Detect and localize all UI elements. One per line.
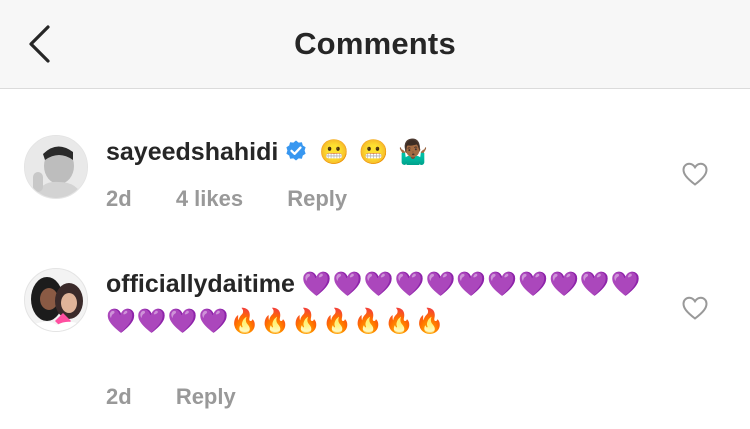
- comment-content: officiallydaitime 💜💜💜💜💜💜💜💜💜💜💜💜💜💜💜🔥🔥🔥🔥🔥🔥🔥: [106, 266, 646, 340]
- heart-icon: [682, 296, 708, 320]
- page-title: Comments: [294, 26, 456, 61]
- like-heart-button[interactable]: [681, 161, 709, 187]
- heart-icon: [682, 162, 708, 186]
- comment-timestamp: 2d: [106, 384, 132, 409]
- verified-badge-icon: [284, 139, 308, 163]
- reply-button[interactable]: Reply: [176, 384, 236, 409]
- avatar-image: [25, 269, 87, 331]
- comment-likes-count[interactable]: 4 likes: [176, 186, 243, 211]
- avatar-image: [25, 136, 87, 198]
- comment-content: sayeedshahidi 😬 😬 🤷🏾‍♂️: [106, 134, 646, 171]
- like-heart-button[interactable]: [681, 295, 709, 321]
- comment-username[interactable]: officiallydaitime: [106, 270, 295, 298]
- comment-meta: 2d 4 likes Reply: [106, 186, 385, 212]
- navigation-bar: Comments: [0, 0, 750, 89]
- comment-username[interactable]: sayeedshahidi: [106, 138, 278, 166]
- reply-button[interactable]: Reply: [287, 186, 347, 211]
- avatar[interactable]: [24, 268, 88, 332]
- avatar[interactable]: [24, 135, 88, 199]
- comment-text: 😬 😬 🤷🏾‍♂️: [319, 138, 430, 166]
- comment-meta: 2d Reply: [106, 384, 274, 410]
- comment-timestamp: 2d: [106, 186, 132, 211]
